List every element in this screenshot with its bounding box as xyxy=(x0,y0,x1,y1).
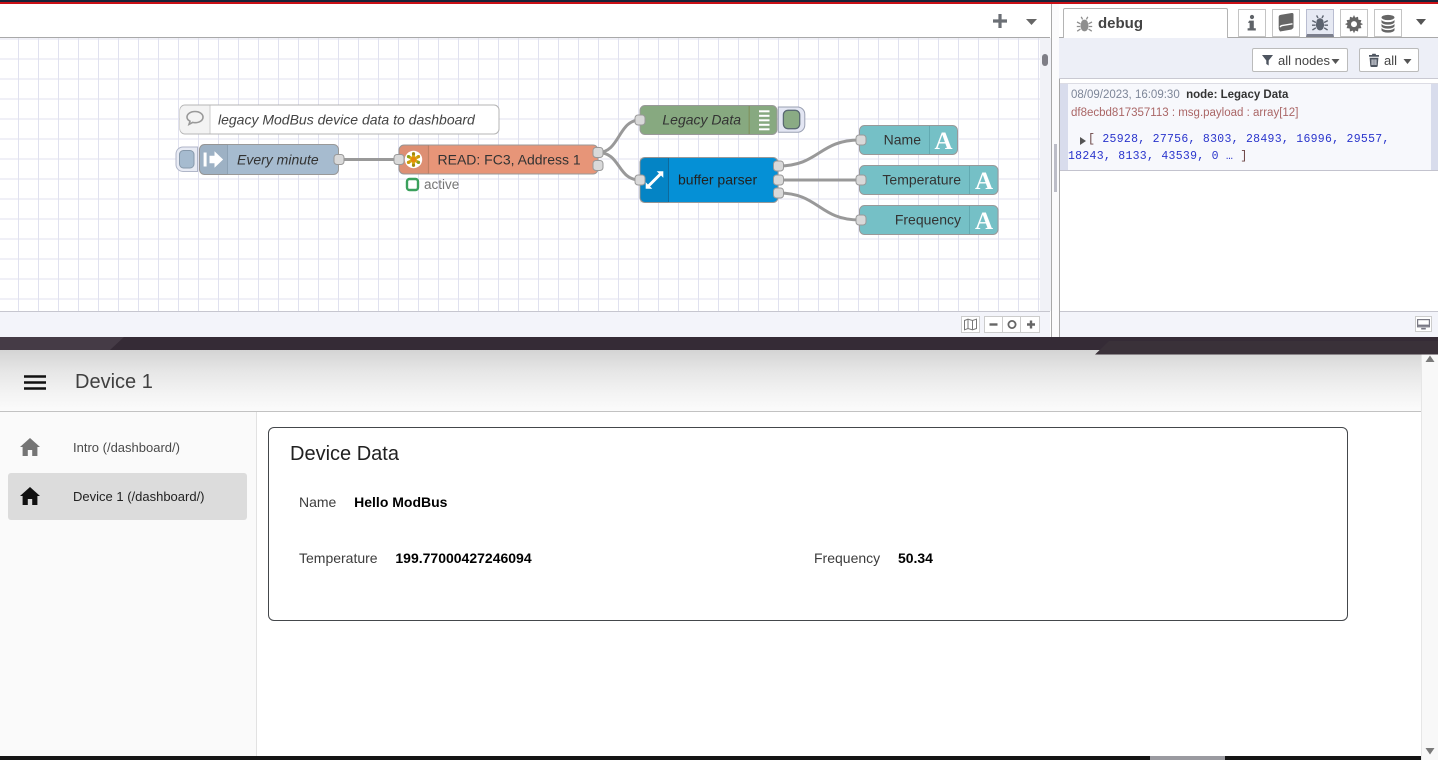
svg-text:legacy ModBus device data to d: legacy ModBus device data to dashboard xyxy=(218,112,476,128)
svg-text:A: A xyxy=(975,208,993,235)
svg-text:A: A xyxy=(975,168,993,195)
svg-text:A: A xyxy=(934,128,952,155)
svg-text:buffer parser: buffer parser xyxy=(678,172,757,188)
svg-text:Name: Name xyxy=(884,132,922,148)
svg-text:Every minute: Every minute xyxy=(237,152,319,168)
svg-text:Temperature: Temperature xyxy=(882,172,961,188)
svg-text:READ: FC3, Address 1: READ: FC3, Address 1 xyxy=(438,152,581,168)
svg-text:active: active xyxy=(424,177,459,192)
svg-text:Frequency: Frequency xyxy=(895,212,961,228)
svg-text:Legacy Data: Legacy Data xyxy=(662,112,741,128)
